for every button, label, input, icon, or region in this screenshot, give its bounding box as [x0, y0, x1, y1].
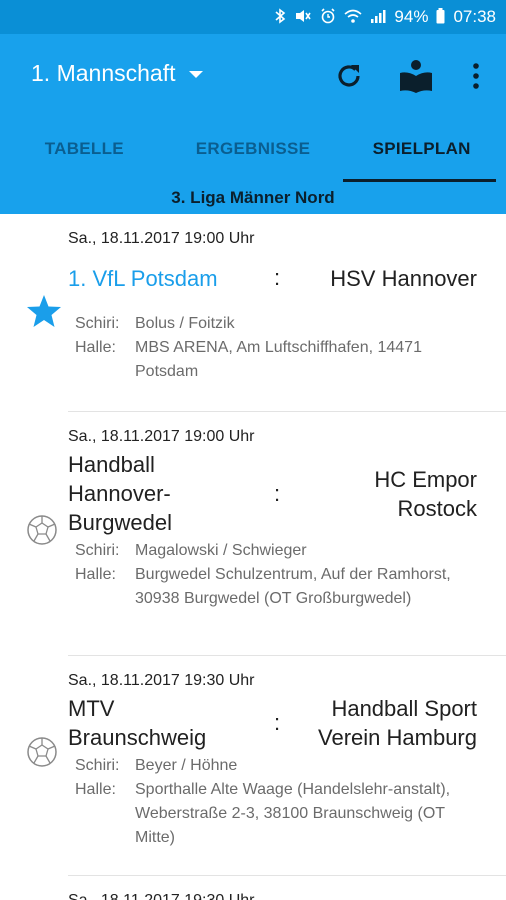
more-options-button[interactable] [456, 56, 496, 96]
tab-bar: TABELLE ERGEBNISSE SPIELPLAN [0, 116, 506, 182]
alarm-icon [320, 7, 336, 27]
score-separator: : [273, 265, 281, 290]
list-item[interactable]: Sa., 18.11.2017 19:00 Uhr 1. VfL Potsdam… [27, 214, 506, 412]
battery-icon [436, 7, 445, 27]
wifi-icon [344, 8, 362, 27]
referee-value: Beyer / Höhne [135, 757, 238, 774]
more-icon [473, 63, 479, 89]
score-separator: : [273, 710, 281, 735]
hall-label: Halle: [75, 781, 116, 798]
hall-value: Sporthalle Alte Waage (Handelslehr-ansta… [135, 781, 451, 846]
away-team: HSV Hannover [330, 265, 477, 291]
hall-value: MBS ARENA, Am Luftschiffhafen, 14471 Pot… [135, 339, 422, 380]
home-team: Handball Hannover-Burgwedel [68, 452, 172, 535]
reader-icon [400, 60, 432, 93]
list-item[interactable]: Sa., 18.11.2017 19:30 Uhr MTV Braunschwe… [27, 656, 506, 876]
home-team: MTV Braunschweig [68, 696, 207, 750]
tab-ergebnisse[interactable]: ERGEBNISSE [169, 116, 338, 182]
refresh-button[interactable] [329, 56, 369, 96]
match-date: Sa., 18.11.2017 19:30 Uhr [68, 672, 255, 689]
referee-value: Magalowski / Schwieger [135, 542, 307, 559]
match-date: Sa., 18.11.2017 19:00 Uhr [68, 230, 255, 247]
list-item[interactable]: Sa., 18.11.2017 19:00 Uhr Handball Hanno… [27, 412, 506, 656]
bluetooth-icon [274, 7, 286, 27]
signal-icon [370, 8, 386, 27]
reader-button[interactable] [396, 56, 436, 96]
handball-icon [27, 737, 57, 767]
referee-label: Schiri: [75, 757, 120, 774]
referee-label: Schiri: [75, 542, 120, 559]
league-header: 3. Liga Männer Nord [0, 182, 506, 214]
away-team: Handball Sport Verein Hamburg [318, 696, 477, 750]
team-dropdown[interactable]: 1. Mannschaft [31, 60, 204, 87]
chevron-down-icon [189, 71, 204, 78]
mute-icon [294, 8, 312, 27]
match-date: Sa., 18.11.2017 19:00 Uhr [68, 428, 255, 445]
away-team: HC Empor Rostock [374, 466, 477, 521]
home-team: 1. VfL Potsdam [68, 265, 218, 291]
hall-value: Burgwedel Schulzentrum, Auf der Ramhorst… [135, 566, 451, 607]
hall-label: Halle: [75, 339, 116, 356]
referee-value: Bolus / Foitzik [135, 315, 235, 332]
status-bar: 94% 07:38 [0, 0, 506, 34]
handball-icon [27, 515, 57, 545]
match-list[interactable]: Sa., 18.11.2017 19:00 Uhr 1. VfL Potsdam… [0, 214, 506, 900]
match-date: Sa., 18.11.2017 19:30 Uhr [68, 876, 506, 900]
app-bar: 1. Mannschaft [0, 34, 506, 116]
tab-tabelle[interactable]: TABELLE [0, 116, 169, 182]
referee-label: Schiri: [75, 315, 120, 332]
tab-spielplan[interactable]: SPIELPLAN [337, 116, 506, 182]
star-icon[interactable] [26, 294, 62, 328]
clock: 07:38 [453, 7, 496, 26]
score-separator: : [273, 480, 281, 506]
list-item[interactable]: Sa., 18.11.2017 19:30 Uhr [68, 876, 506, 900]
hall-label: Halle: [75, 566, 116, 583]
refresh-icon [338, 65, 360, 87]
battery-level: 94% [394, 7, 429, 26]
team-dropdown-label: 1. Mannschaft [31, 60, 176, 86]
